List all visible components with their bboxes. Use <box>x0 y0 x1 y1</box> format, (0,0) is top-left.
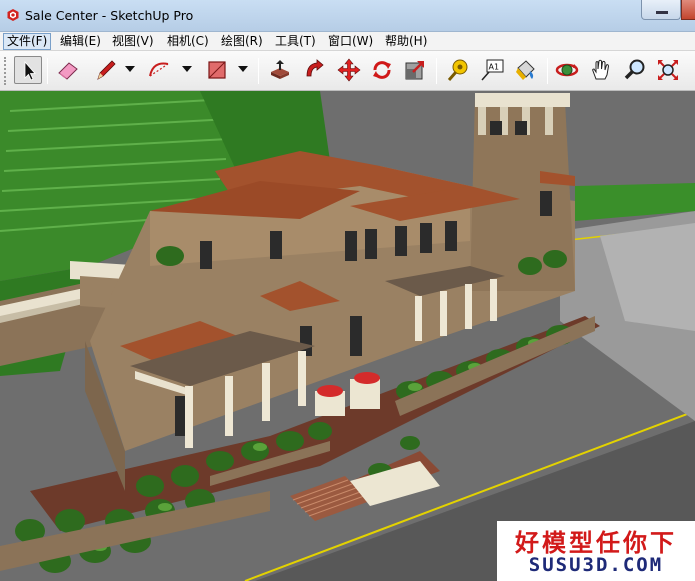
orbit-tool-button[interactable] <box>553 56 581 84</box>
rotate-tool-button[interactable] <box>368 56 396 84</box>
text-label-icon: A1 <box>481 59 504 81</box>
eraser-tool-button[interactable] <box>54 56 82 84</box>
zoom-extents-icon <box>658 60 678 80</box>
menu-file[interactable]: 文件(F) <box>3 33 52 50</box>
move-tool-button[interactable] <box>335 56 363 84</box>
zoom-extents-tool-button[interactable] <box>654 56 682 84</box>
toolbar-separator <box>258 58 259 84</box>
arc-tool-button[interactable] <box>145 56 173 84</box>
tape-measure-tool-button[interactable] <box>444 56 472 84</box>
arc-icon <box>149 62 169 77</box>
menu-edit[interactable]: 编辑(E) <box>57 33 104 50</box>
toolbar-separator <box>47 58 48 84</box>
orbit-icon <box>555 63 579 77</box>
watermark-slogan: 好模型任你下 <box>515 529 677 557</box>
paint-bucket-tool-button[interactable] <box>511 56 539 84</box>
line-tool-dropdown[interactable] <box>125 66 135 72</box>
eraser-icon <box>58 62 78 80</box>
rotate-icon <box>373 61 391 79</box>
menu-draw[interactable]: 绘图(R) <box>218 33 266 50</box>
sketchup-logo-icon <box>7 9 19 21</box>
title-bar: Sale Center - SketchUp Pro <box>0 0 695 32</box>
menu-bar: 文件(F) 编辑(E) 视图(V) 相机(C) 绘图(R) 工具(T) 窗口(W… <box>0 32 695 51</box>
rectangle-tool-dropdown[interactable] <box>238 66 248 72</box>
toolbar-separator <box>547 58 548 84</box>
rectangle-icon <box>208 61 226 79</box>
zoom-icon <box>624 59 645 80</box>
push-pull-tool-button[interactable] <box>266 56 294 84</box>
select-tool-button[interactable] <box>14 56 42 84</box>
scale-icon <box>405 61 424 80</box>
toolbar-grip[interactable] <box>4 57 8 85</box>
line-tool-button[interactable] <box>92 56 120 84</box>
villa-model-render <box>0 91 695 581</box>
tape-measure-icon <box>447 59 468 81</box>
rectangle-tool-button[interactable] <box>203 56 231 84</box>
scale-tool-button[interactable] <box>401 56 429 84</box>
menu-window[interactable]: 窗口(W) <box>325 33 376 50</box>
text-tool-button[interactable]: A1 <box>478 56 506 84</box>
menu-tools[interactable]: 工具(T) <box>272 33 319 50</box>
move-icon <box>337 58 361 82</box>
follow-me-tool-button[interactable] <box>301 56 329 84</box>
arc-tool-dropdown[interactable] <box>182 66 192 72</box>
window-title: Sale Center - SketchUp Pro <box>25 8 194 23</box>
push-pull-icon <box>271 60 289 79</box>
site-watermark: 好模型任你下 SUSU3D.COM <box>497 521 695 581</box>
minimize-button[interactable] <box>641 0 681 20</box>
pencil-line-icon <box>97 60 116 80</box>
zoom-tool-button[interactable] <box>621 56 649 84</box>
main-toolbar: A1 <box>0 51 695 91</box>
menu-view[interactable]: 视图(V) <box>109 33 157 50</box>
menu-help[interactable]: 帮助(H) <box>382 33 430 50</box>
model-viewport[interactable] <box>0 91 695 581</box>
paint-bucket-icon <box>516 60 535 80</box>
text-tool-label: A1 <box>489 63 500 72</box>
follow-me-icon <box>306 59 324 77</box>
pan-tool-button[interactable] <box>587 56 615 84</box>
watermark-url: SUSU3D.COM <box>528 554 664 576</box>
menu-camera[interactable]: 相机(C) <box>164 33 212 50</box>
close-button[interactable] <box>681 0 695 20</box>
select-arrow-icon <box>24 60 36 81</box>
toolbar-separator <box>436 58 437 84</box>
pan-hand-icon <box>592 59 610 80</box>
minimize-icon <box>656 11 668 14</box>
